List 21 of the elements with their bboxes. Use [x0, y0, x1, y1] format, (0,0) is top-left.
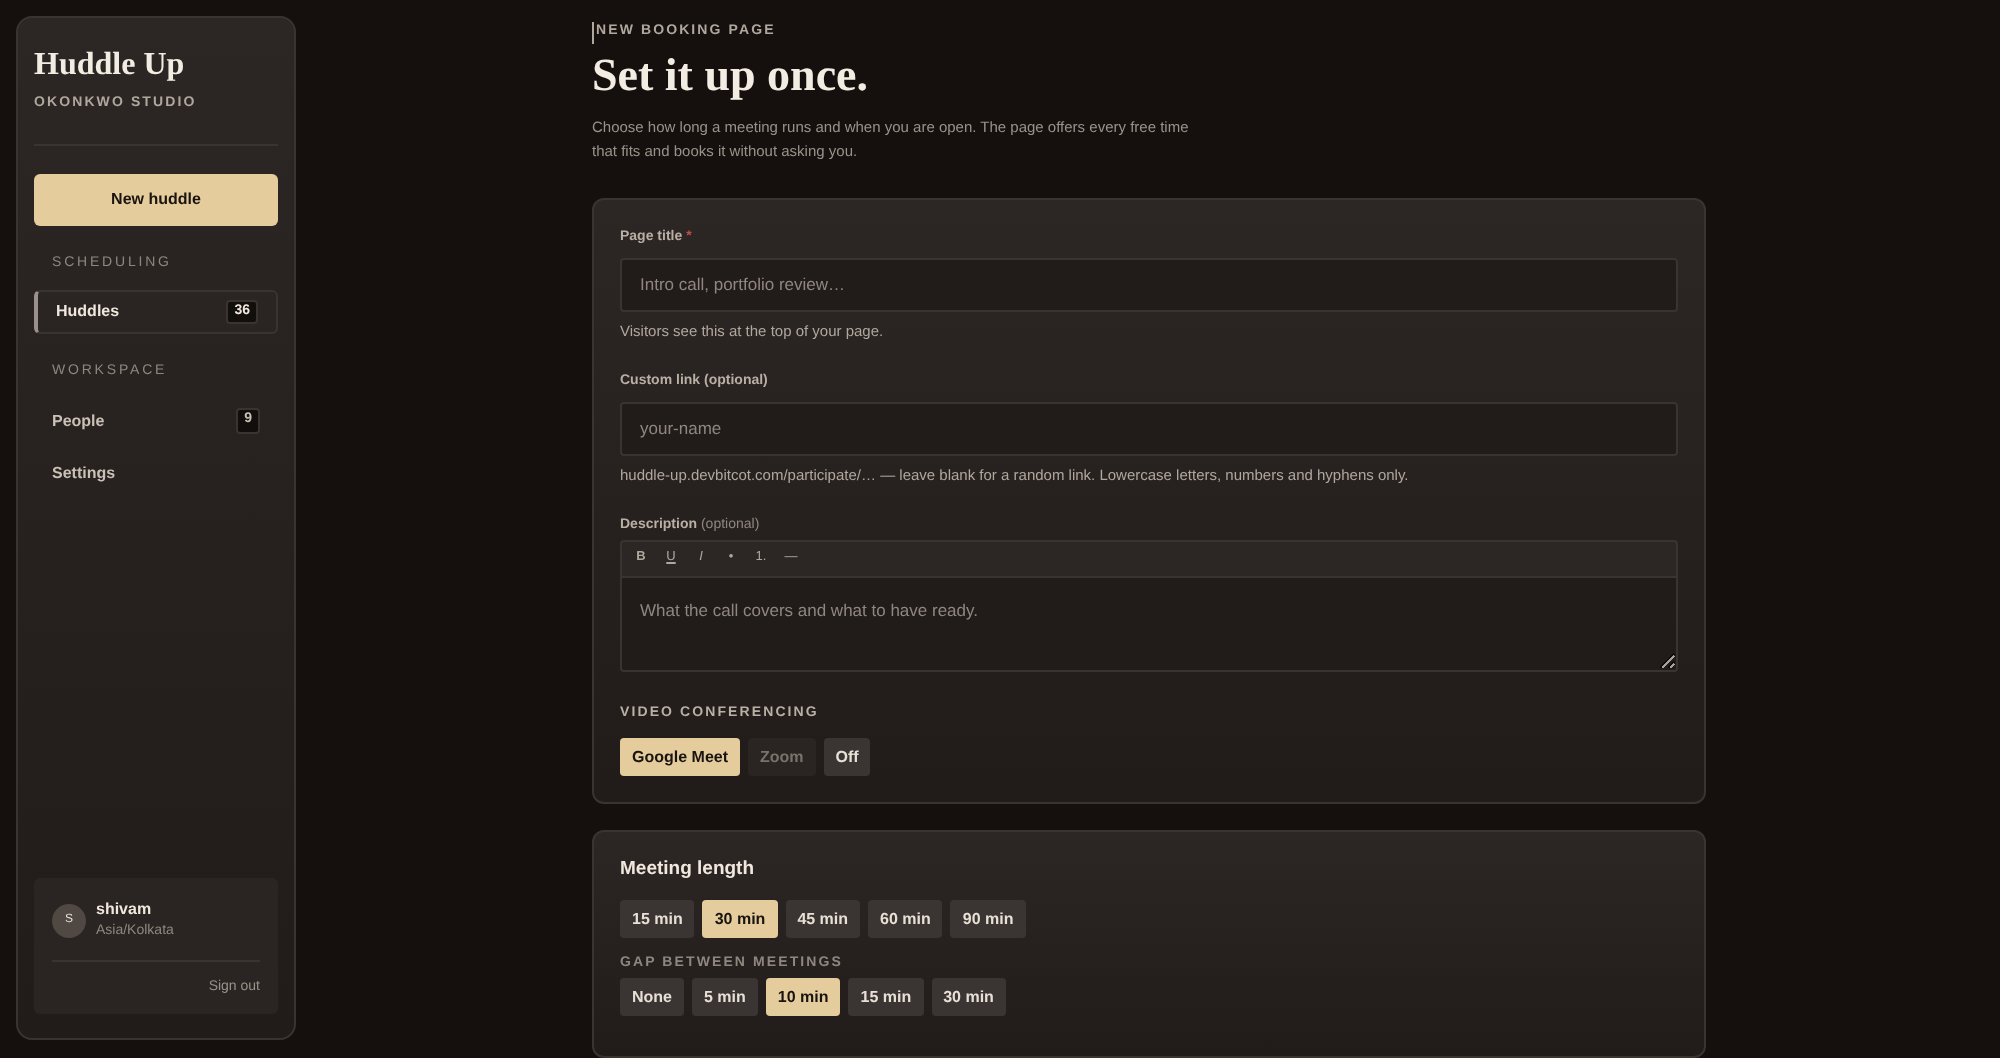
- option-chip[interactable]: 15 min: [620, 899, 695, 937]
- option-chip[interactable]: 60 min: [868, 899, 943, 937]
- page-title-input[interactable]: Intro call, portfolio review…: [620, 257, 1678, 311]
- description-textarea[interactable]: What the call covers and what to have ready.: [620, 575, 1678, 671]
- card-title: Meeting length: [620, 857, 757, 881]
- user-name: shivam: [96, 898, 154, 922]
- option-chip[interactable]: 45 min: [785, 899, 861, 937]
- option-chip[interactable]: 10 min: [765, 977, 841, 1015]
- option-chip[interactable]: 30 min: [931, 977, 1006, 1015]
- nav-item[interactable]: Settings: [34, 451, 278, 495]
- custom-link-input[interactable]: your-name: [620, 401, 1678, 455]
- option-chip[interactable]: Google Meet: [620, 737, 741, 775]
- page-title: Set it up once.: [592, 47, 870, 103]
- option-chip[interactable]: 30 min: [702, 899, 778, 937]
- option-chip[interactable]: 5 min: [692, 977, 758, 1015]
- brand-title: Huddle Up: [34, 46, 187, 86]
- option-chip[interactable]: Off: [823, 737, 871, 775]
- option-chip[interactable]: 15 min: [848, 977, 924, 1015]
- option-chip[interactable]: None: [620, 977, 684, 1015]
- new-huddle-button[interactable]: New huddle: [34, 173, 278, 225]
- option-chip[interactable]: 90 min: [950, 899, 1026, 937]
